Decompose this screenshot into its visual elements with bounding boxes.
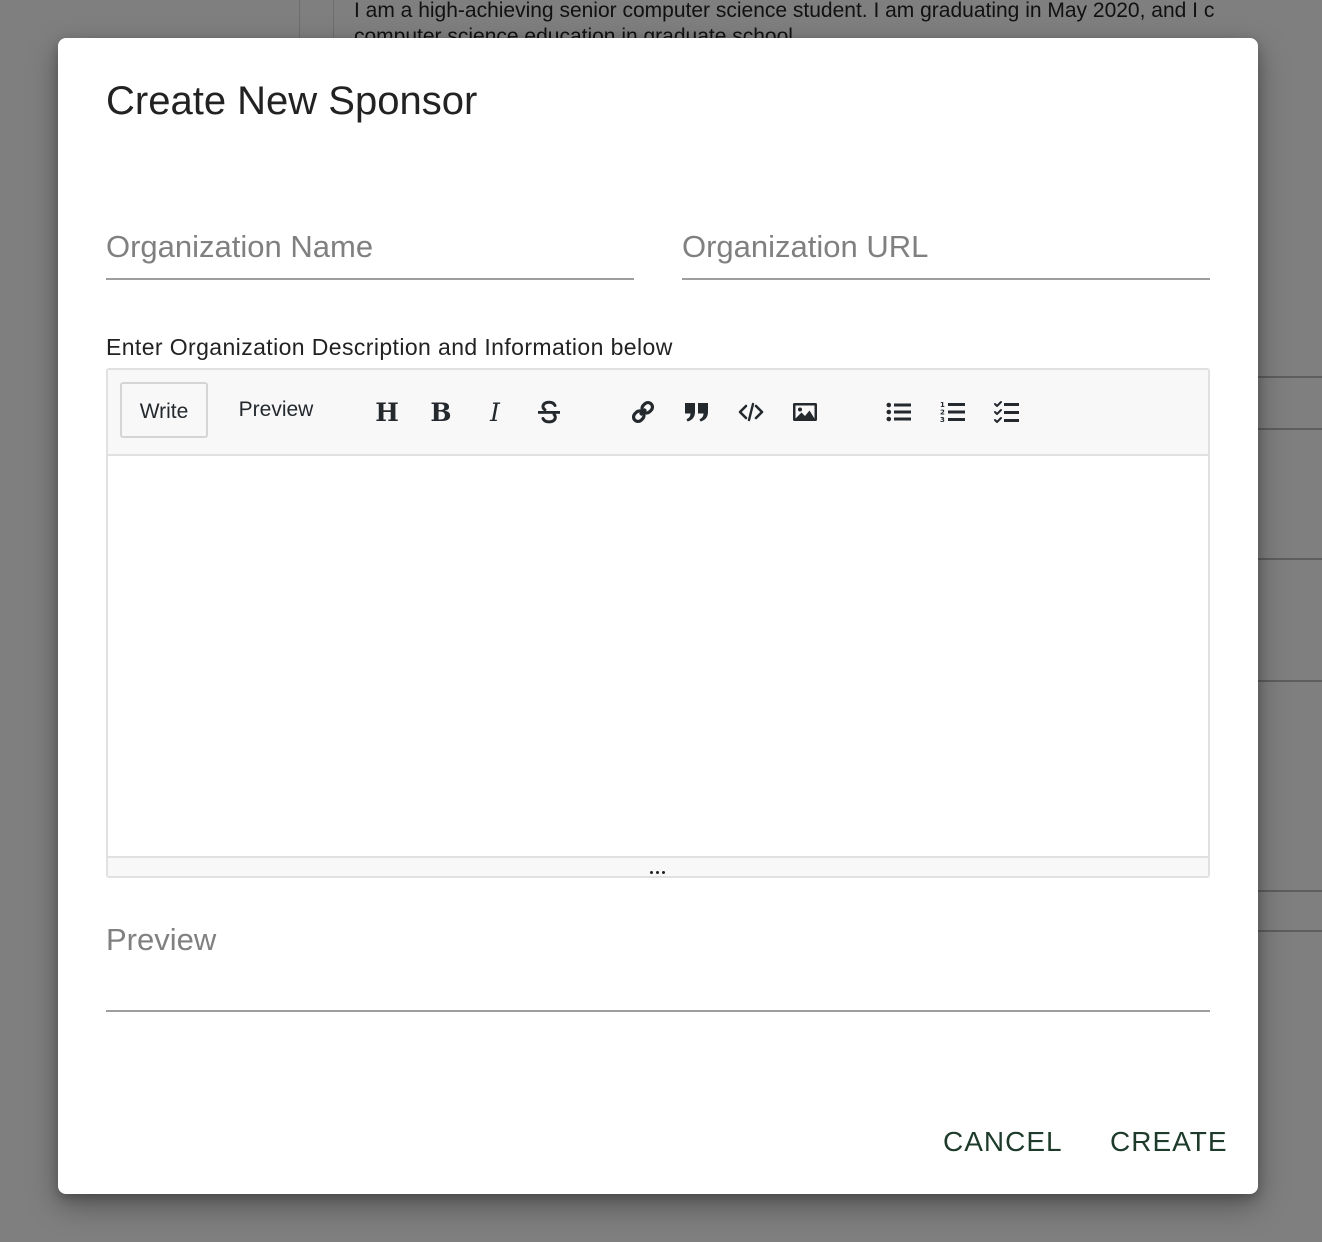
svg-text:3: 3 [940,416,945,424]
checklist-icon[interactable] [990,392,1024,432]
header-icon[interactable]: H [370,392,404,432]
quote-icon[interactable] [680,392,714,432]
editor-toolbar: Write Preview H B I 1 2 3 [108,370,1208,456]
organization-url-input[interactable] [682,218,1210,276]
organization-name-field [106,218,634,280]
header-glyph: H [375,397,399,427]
create-button[interactable]: CREATE [1110,1120,1228,1164]
cancel-button[interactable]: CANCEL [943,1120,1063,1164]
preview-label: Preview [106,922,217,957]
unordered-list-icon[interactable] [882,392,916,432]
markdown-editor: Write Preview H B I 1 2 3 [106,368,1210,878]
tab-preview[interactable]: Preview [220,382,332,438]
code-icon[interactable] [734,392,768,432]
editor-resize-handle[interactable] [108,856,1208,876]
image-icon[interactable] [788,392,822,432]
italic-icon[interactable]: I [478,392,512,432]
tab-write[interactable]: Write [120,382,208,438]
link-icon[interactable] [626,392,660,432]
ordered-list-icon[interactable]: 1 2 3 [936,392,970,432]
italic-glyph: I [490,397,500,427]
organization-name-input[interactable] [106,218,634,276]
organization-url-field [682,218,1210,280]
preview-field: Preview [106,916,1210,1012]
description-label: Enter Organization Description and Infor… [106,334,673,360]
strikethrough-icon[interactable] [532,392,566,432]
bold-glyph: B [430,397,452,427]
create-sponsor-dialog: Create New Sponsor Enter Organization De… [58,38,1258,1194]
dialog-title: Create New Sponsor [106,79,478,123]
bold-icon[interactable]: B [424,392,458,432]
description-textarea[interactable] [108,456,1208,856]
drag-dots-icon [650,871,666,875]
